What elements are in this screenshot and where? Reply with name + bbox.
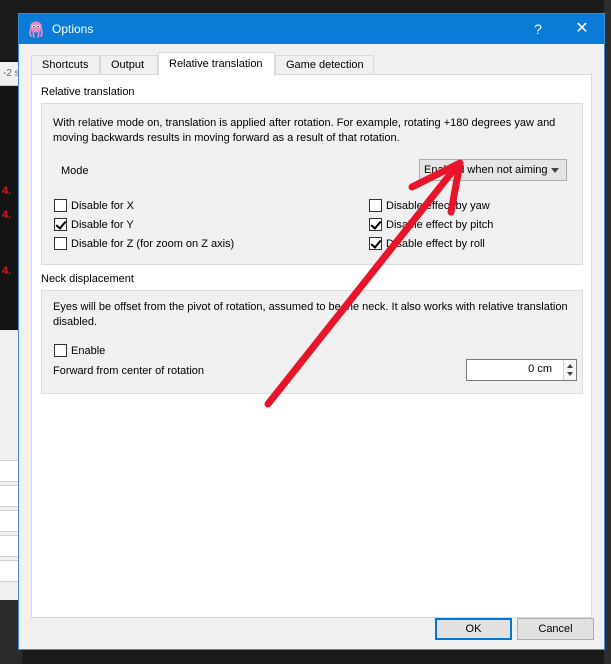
title-bar[interactable]: Options ? ✕ bbox=[19, 14, 604, 44]
spinbox-arrows[interactable] bbox=[563, 360, 576, 380]
spin-up-icon[interactable] bbox=[567, 364, 573, 368]
tab-game-detection[interactable]: Game detection bbox=[275, 55, 374, 75]
help-button[interactable]: ? bbox=[516, 14, 560, 44]
relative-translation-group-label: Relative translation bbox=[41, 86, 135, 98]
tab-relative-translation[interactable]: Relative translation bbox=[158, 52, 275, 76]
checkbox-label: Enable bbox=[71, 345, 106, 357]
tab-shortcuts[interactable]: Shortcuts bbox=[31, 55, 100, 75]
background-red-marker: 4. bbox=[2, 209, 12, 221]
neck-displacement-group: Eyes will be offset from the pivot of ro… bbox=[41, 290, 583, 394]
relative-translation-tab-panel: Relative translation With relative mode … bbox=[31, 74, 592, 618]
checkbox-label: Disable effect by roll bbox=[386, 238, 485, 250]
checkbox-box[interactable] bbox=[54, 218, 67, 231]
chevron-down-icon bbox=[551, 168, 559, 173]
checkbox-box[interactable] bbox=[369, 237, 382, 250]
checkbox-box[interactable] bbox=[369, 199, 382, 212]
checkbox-box[interactable] bbox=[54, 344, 67, 357]
ok-button[interactable]: OK bbox=[435, 618, 512, 640]
neck-displacement-description: Eyes will be offset from the pivot of ro… bbox=[53, 301, 568, 328]
forward-distance-value: 0 cm bbox=[528, 363, 552, 375]
octopus-app-icon bbox=[29, 21, 43, 38]
checkbox-label: Disable for Y bbox=[71, 219, 134, 231]
background-red-marker: 4. bbox=[2, 185, 12, 197]
relative-translation-description: With relative mode on, translation is ap… bbox=[53, 117, 556, 144]
tab-output[interactable]: Output bbox=[100, 55, 158, 75]
spin-down-icon[interactable] bbox=[567, 372, 573, 376]
close-button[interactable]: ✕ bbox=[560, 14, 604, 44]
forward-from-center-label: Forward from center of rotation bbox=[53, 365, 205, 377]
checkbox-box[interactable] bbox=[369, 218, 382, 231]
window-title: Options bbox=[52, 22, 94, 36]
mode-select-value: Enabled when not aiming bbox=[424, 164, 548, 176]
background-app-right-edge bbox=[604, 0, 611, 664]
background-red-marker: 4. bbox=[2, 265, 12, 277]
options-dialog: Options ? ✕ Shortcuts Output Relative tr… bbox=[18, 13, 605, 650]
checkbox-label: Disable for Z (for zoom on Z axis) bbox=[71, 238, 235, 250]
checkbox-box[interactable] bbox=[54, 199, 67, 212]
cancel-button[interactable]: Cancel bbox=[517, 618, 594, 640]
relative-translation-group: With relative mode on, translation is ap… bbox=[41, 103, 583, 265]
checkbox-label: Disable effect by pitch bbox=[386, 219, 494, 231]
checkbox-label: Disable effect by yaw bbox=[386, 200, 490, 212]
mode-select[interactable]: Enabled when not aiming bbox=[419, 159, 567, 181]
forward-distance-spinbox[interactable]: 0 cm bbox=[466, 359, 577, 381]
checkbox-box[interactable] bbox=[54, 237, 67, 250]
neck-displacement-group-label: Neck displacement bbox=[41, 273, 134, 285]
checkbox-label: Disable for X bbox=[71, 200, 134, 212]
mode-label: Mode bbox=[61, 165, 89, 177]
